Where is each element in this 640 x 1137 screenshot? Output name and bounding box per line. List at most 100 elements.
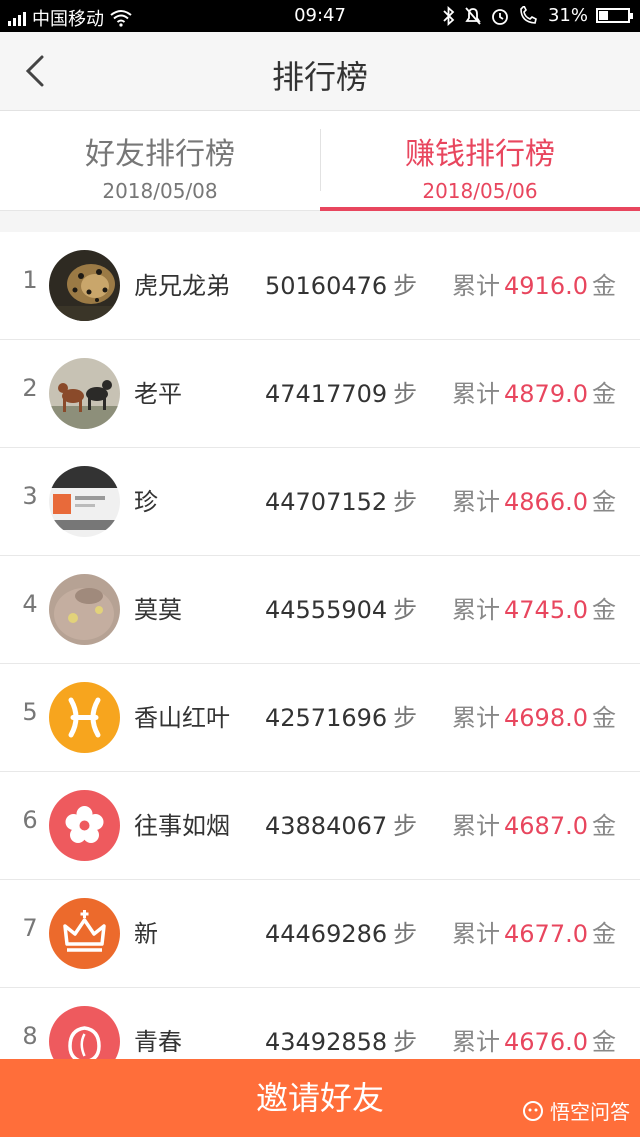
earn-amount: 4677.0 [504,920,588,948]
ranking-row[interactable]: 1 虎兄龙弟 50160476 步 累计 4916.0 金 [0,232,640,340]
rank-number: 8 [22,1022,38,1050]
watermark: 悟空问答 [522,1096,630,1125]
step-count: 44555904 步 [265,590,417,625]
currency-label: 金 [592,704,616,732]
step-count: 47417709 步 [265,374,417,409]
mute-bell-icon [465,6,481,25]
tab-date: 2018/05/08 [102,179,218,203]
tabs: 好友排行榜 2018/05/08 赚钱排行榜 2018/05/06 [0,111,640,211]
earn-label: 累计 [452,1028,501,1056]
earnings: 累计 4698.0 金 [452,698,616,733]
dogs-avatar [49,358,120,429]
ranking-row[interactable]: 5 香山红叶 42571696 步 累计 4698.0 金 [0,664,640,772]
pisces-avatar [49,682,120,753]
tab-friends-ranking[interactable]: 好友排行榜 2018/05/08 [0,111,320,210]
ranking-row[interactable]: 3 珍 44707152 步 累计 4866.0 金 [0,448,640,556]
phone-signal-icon [520,5,537,24]
ranking-list[interactable]: 1 虎兄龙弟 50160476 步 累计 4916.0 金 2 老平 47417… [0,232,640,1059]
user-name: 珍 [134,488,158,516]
rank-number: 6 [22,806,38,834]
rank-number: 7 [22,914,38,942]
earn-label: 累计 [452,704,501,732]
earnings: 累计 4916.0 金 [452,266,616,301]
earn-amount: 4687.0 [504,812,588,840]
step-value: 44707152 [265,488,388,516]
screenshot-avatar [49,466,120,537]
status-right: 31% [442,5,633,26]
tab-date: 2018/05/06 [422,179,538,203]
step-value: 43492858 [265,1028,388,1056]
tab-label: 好友排行榜 [85,137,235,172]
user-name: 莫莫 [134,596,182,624]
currency-label: 金 [592,920,616,948]
earnings: 累计 4866.0 金 [452,482,616,517]
ranking-row[interactable]: 4 莫莫 44555904 步 累计 4745.0 金 [0,556,640,664]
currency-label: 金 [592,380,616,408]
earnings: 累计 4879.0 金 [452,374,616,409]
ranking-row[interactable]: 8 青春 43492858 步 累计 4676.0 金 [0,988,640,1059]
rank-number: 1 [22,266,38,294]
earn-amount: 4698.0 [504,704,588,732]
currency-label: 金 [592,488,616,516]
step-count: 42571696 步 [265,698,417,733]
earn-amount: 4866.0 [504,488,588,516]
user-name: 香山红叶 [134,704,230,732]
step-count: 44469286 步 [265,914,417,949]
crown-avatar [49,898,120,969]
step-unit: 步 [393,704,418,732]
currency-label: 金 [592,596,616,624]
status-bar: 中国移动 09:47 31% [0,0,640,32]
rank-number: 3 [22,482,38,510]
step-value: 47417709 [265,380,388,408]
header: 排行榜 [0,32,640,111]
earn-label: 累计 [452,380,501,408]
battery-icon [596,8,633,23]
user-name: 青春 [134,1028,182,1056]
rank-number: 5 [22,698,38,726]
step-value: 44555904 [265,596,388,624]
page-title: 排行榜 [271,58,368,96]
earnings: 累计 4676.0 金 [452,1022,616,1057]
currency-label: 金 [592,272,616,300]
step-unit: 步 [393,920,418,948]
plum-blossom-avatar [49,790,120,861]
step-unit: 步 [393,1028,418,1056]
ranking-row[interactable]: 7 新 44469286 步 累计 4677.0 金 [0,880,640,988]
tab-label: 赚钱排行榜 [405,137,555,172]
step-count: 50160476 步 [265,266,417,301]
rank-number: 4 [22,590,38,618]
user-name: 往事如烟 [134,812,230,840]
step-unit: 步 [393,596,418,624]
earnings: 累计 4745.0 金 [452,590,616,625]
user-name: 虎兄龙弟 [134,272,230,300]
step-value: 44469286 [265,920,388,948]
bluetooth-icon [443,5,455,26]
earn-amount: 4745.0 [504,596,588,624]
watermark-text: 悟空问答 [550,1100,630,1124]
earn-label: 累计 [452,920,501,948]
earn-label: 累计 [452,272,501,300]
step-count: 43884067 步 [265,806,417,841]
battery-percent: 31% [547,5,588,26]
step-unit: 步 [393,380,418,408]
photo-avatar [49,574,120,645]
step-value: 50160476 [265,272,388,300]
earnings: 累计 4687.0 金 [452,806,616,841]
ranking-row[interactable]: 6 往事如烟 43884067 步 累计 4687.0 金 [0,772,640,880]
ranking-row[interactable]: 2 老平 47417709 步 累计 4879.0 金 [0,340,640,448]
user-name: 老平 [134,380,182,408]
currency-label: 金 [592,1028,616,1056]
step-count: 43492858 步 [265,1022,417,1057]
step-unit: 步 [393,488,418,516]
step-count: 44707152 步 [265,482,417,517]
currency-label: 金 [592,812,616,840]
leopard-avatar [49,250,120,321]
earn-amount: 4879.0 [504,380,588,408]
earn-label: 累计 [452,812,501,840]
step-unit: 步 [393,272,418,300]
step-value: 43884067 [265,812,388,840]
active-tab-indicator [320,207,640,211]
earnings: 累计 4677.0 金 [452,914,616,949]
tab-money-ranking[interactable]: 赚钱排行榜 2018/05/06 [320,111,640,210]
wukong-logo-icon [523,1100,543,1121]
